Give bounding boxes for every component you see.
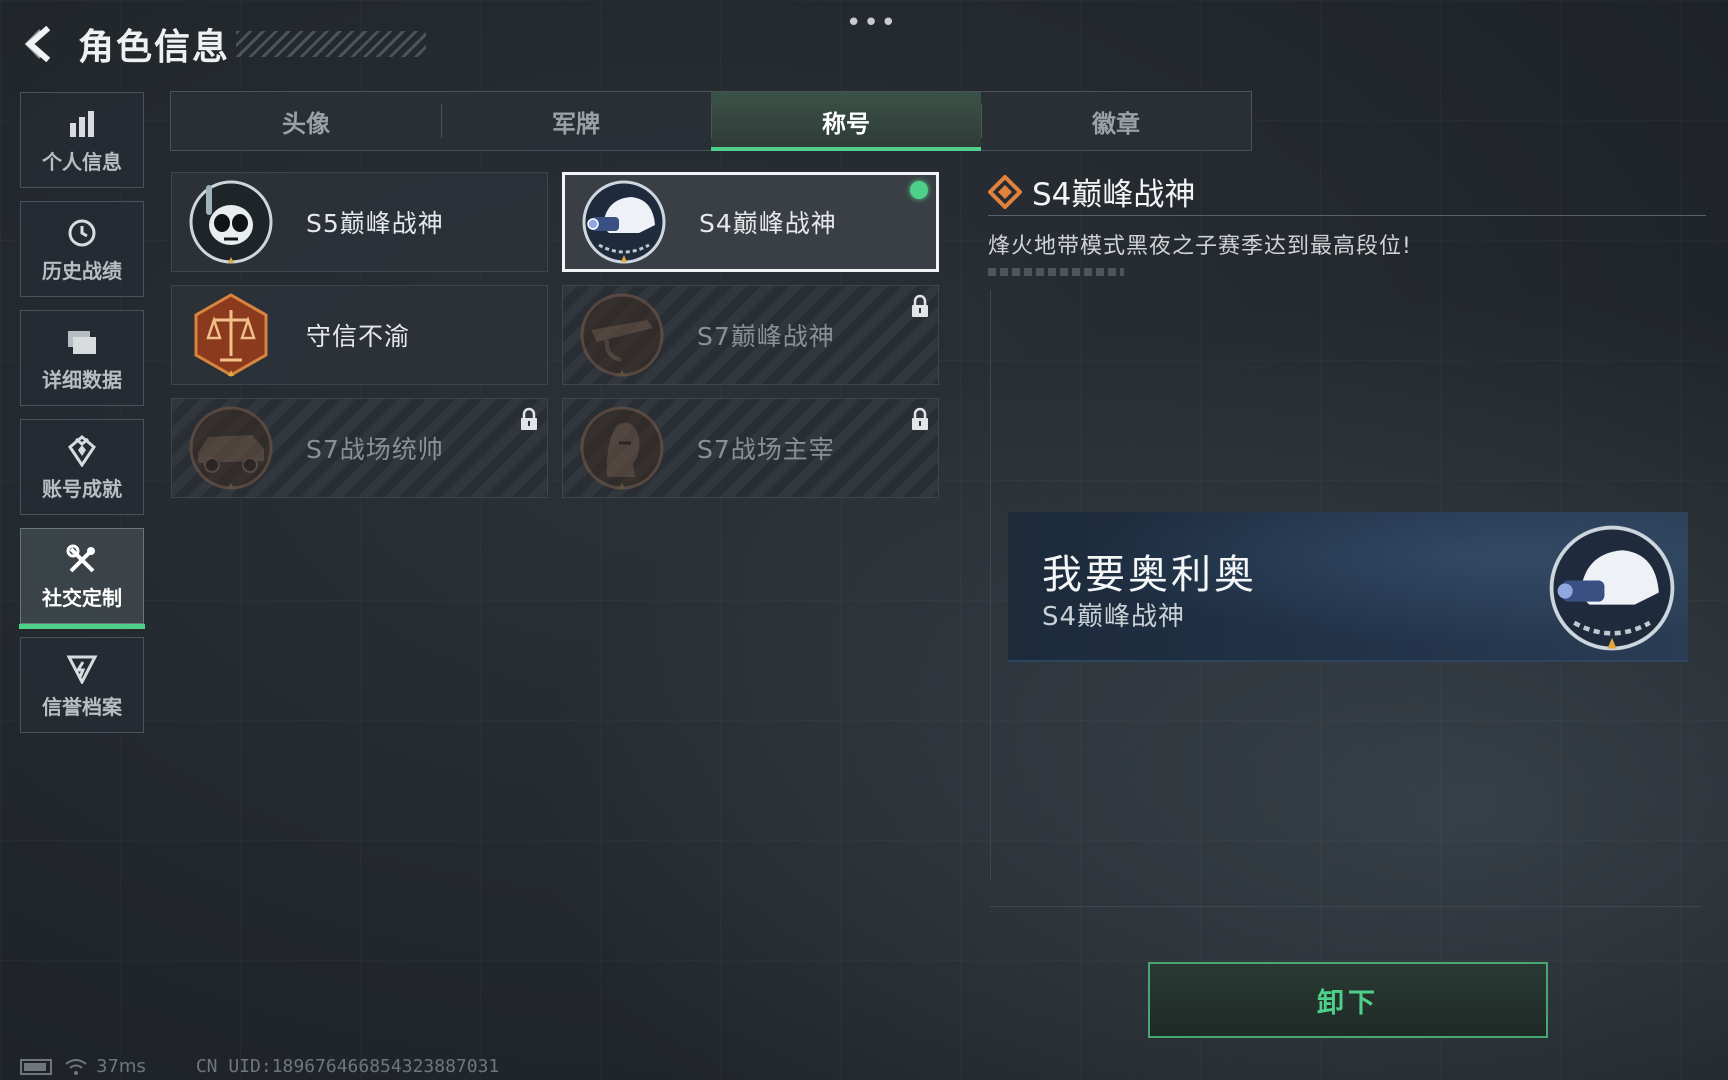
unequip-button[interactable]: 卸下 xyxy=(1148,962,1548,1038)
title-card-label: S7战场主宰 xyxy=(697,435,835,464)
battery-icon xyxy=(20,1058,52,1075)
preview-title: S4巅峰战神 xyxy=(1042,602,1186,632)
frame-divider xyxy=(990,290,991,880)
status-bar: 37ms CN UID:1896764668543238870​31 xyxy=(20,1056,499,1077)
sidebar-item-label: 信誉档案 xyxy=(42,694,122,719)
user-uid: CN UID:1896764668543238870​31 xyxy=(195,1056,500,1077)
diver-skull-badge-icon xyxy=(189,180,273,264)
sidebar-item-label: 个人信息 xyxy=(42,149,122,174)
back-button[interactable] xyxy=(20,24,60,64)
title-card-s7-dominator[interactable]: S7战场主宰 xyxy=(562,398,939,498)
title-card-s4-peak[interactable]: S4巅峰战神 xyxy=(562,172,939,272)
sidebar-item-social-custom[interactable]: 社交定制 xyxy=(19,528,145,629)
rifle-badge-icon xyxy=(580,293,664,377)
title-card-trustworthy[interactable]: 守信不渝 xyxy=(171,285,548,385)
sidebar-item-history[interactable]: 历史战绩 xyxy=(20,201,144,297)
wifi-icon xyxy=(65,1058,87,1075)
sidebar-item-label: 历史战绩 xyxy=(42,258,122,283)
tools-icon xyxy=(64,542,100,578)
title-card-s5-peak[interactable]: S5巅峰战神 xyxy=(171,172,548,272)
sidebar-item-label: 详细数据 xyxy=(42,367,122,392)
detail-decoration xyxy=(988,268,1124,276)
vehicle-badge-icon xyxy=(189,406,273,490)
clock-icon xyxy=(64,215,100,251)
tab-emblem[interactable]: 徽章 xyxy=(981,92,1251,150)
night-vision-helmet-badge-icon xyxy=(582,180,666,264)
detail-header: S4巅峰战神 xyxy=(988,168,1706,216)
sidebar: 个人信息 历史战绩 详细数据 账号成就 社交定制 信誉档案 xyxy=(19,92,145,746)
bar-chart-icon xyxy=(64,106,100,142)
title-preview-banner: 我要奥利奥 S4巅峰战神 xyxy=(1008,512,1688,662)
preview-player-name: 我要奥利奥 xyxy=(1042,552,1257,598)
night-vision-helmet-badge-icon xyxy=(1549,525,1675,651)
lock-icon xyxy=(912,294,928,317)
ping-value: 37ms xyxy=(96,1056,146,1077)
page-title: 角色信息 xyxy=(78,27,231,68)
tab-title[interactable]: 称号 xyxy=(711,92,981,151)
folder-icon xyxy=(64,324,100,360)
tab-dog-tag[interactable]: 军牌 xyxy=(441,92,711,150)
lock-icon xyxy=(912,407,928,430)
title-card-s7-commander[interactable]: S7战场统帅 xyxy=(171,398,548,498)
achievement-icon xyxy=(64,433,100,469)
sidebar-item-detailed-data[interactable]: 详细数据 xyxy=(20,310,144,406)
sidebar-item-label: 社交定制 xyxy=(42,585,122,610)
sidebar-item-reputation[interactable]: 信誉档案 xyxy=(20,637,144,733)
title-detail-panel: S4巅峰战神 烽火地带模式黑夜之子赛季达到最高段位! xyxy=(988,168,1706,276)
title-card-label: S7巅峰战神 xyxy=(697,322,835,351)
header: 角色信息 xyxy=(20,14,427,74)
category-tabs: 头像 军牌 称号 徽章 xyxy=(170,91,1252,151)
tab-avatar[interactable]: 头像 xyxy=(171,92,441,150)
diamond-rank-icon xyxy=(988,174,1022,209)
detail-description: 烽火地带模式黑夜之子赛季达到最高段位! xyxy=(988,234,1412,259)
more-options-icon[interactable]: ••• xyxy=(846,8,898,38)
title-card-label: 守信不渝 xyxy=(306,322,411,351)
sidebar-item-achievements[interactable]: 账号成就 xyxy=(20,419,144,515)
reputation-icon xyxy=(64,651,100,687)
lock-icon xyxy=(521,407,537,430)
sidebar-item-personal-info[interactable]: 个人信息 xyxy=(20,92,144,188)
title-card-label: S5巅峰战神 xyxy=(306,209,444,238)
equipped-indicator xyxy=(910,181,928,199)
soldier-badge-icon xyxy=(580,406,664,490)
frame-divider xyxy=(990,906,1702,907)
sidebar-item-label: 账号成就 xyxy=(42,476,122,501)
title-card-s7-peak[interactable]: S7巅峰战神 xyxy=(562,285,939,385)
title-card-label: S4巅峰战神 xyxy=(699,209,837,238)
title-card-label: S7战场统帅 xyxy=(306,435,444,464)
scales-badge-icon xyxy=(194,293,268,377)
title-decoration xyxy=(236,31,427,57)
detail-title: S4巅峰战神 xyxy=(1032,177,1196,213)
back-arrow-icon xyxy=(24,26,51,62)
